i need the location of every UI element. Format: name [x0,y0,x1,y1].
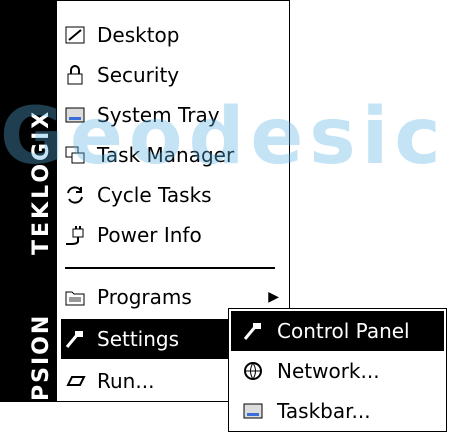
submenu-item-label: Network... [277,359,380,383]
lock-icon [61,61,89,89]
control-panel-icon [239,317,267,345]
cycle-icon [61,181,89,209]
menu-item-desktop[interactable]: Desktop [61,15,287,55]
menu-item-power-info[interactable]: Power Info [61,215,287,255]
submenu-item-label: Control Panel [277,319,410,343]
menu-item-label: Task Manager [97,143,235,167]
menu-item-label: Settings [97,327,180,351]
menu-item-label: Desktop [97,23,180,47]
network-icon [239,357,267,385]
submenu-item-taskbar[interactable]: Taskbar... [231,391,444,431]
menu-item-label: Security [97,63,180,87]
submenu-arrow-icon: ▶ [268,289,279,305]
menu-item-task-manager[interactable]: Task Manager [61,135,287,175]
menu-item-label: System Tray [97,103,220,127]
menu-item-security[interactable]: Security [61,55,287,95]
menu-item-label: Programs [97,285,192,309]
menu-item-label: Power Info [97,223,202,247]
menu-separator [65,267,275,269]
run-icon [61,367,89,395]
submenu-item-network[interactable]: Network... [231,351,444,391]
taskbar-icon [239,397,267,425]
submenu-item-control-panel[interactable]: Control Panel [231,311,444,351]
submenu-item-label: Taskbar... [277,399,371,423]
brand-name: TEKLOGIX [29,108,54,255]
programs-folder-icon [61,283,89,311]
settings-submenu: Control Panel Network... Taskbar... [228,308,447,432]
system-tray-icon [61,101,89,129]
power-plug-icon [61,221,89,249]
desktop-icon [61,21,89,49]
settings-icon [61,325,89,353]
menu-item-label: Cycle Tasks [97,183,212,207]
brand-name-secondary: PSION [29,313,54,401]
menu-item-cycle-tasks[interactable]: Cycle Tasks [61,175,287,215]
task-manager-icon [61,141,89,169]
menu-item-system-tray[interactable]: System Tray [61,95,287,135]
menu-item-label: Run... [97,369,155,393]
brand-strip: TEKLOGIX PSION [1,1,57,401]
